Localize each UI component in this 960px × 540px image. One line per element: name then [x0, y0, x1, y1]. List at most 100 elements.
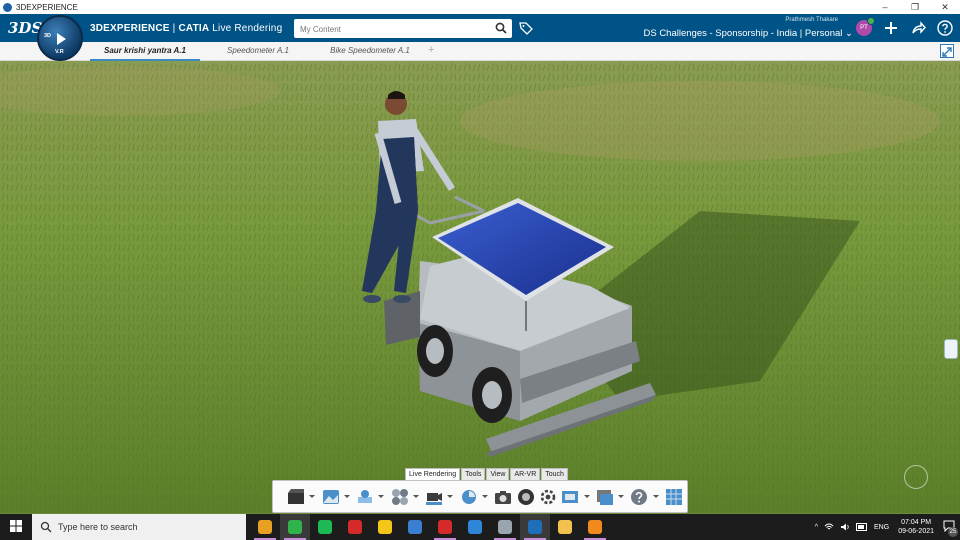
- tenant-label: DS Challenges - Sponsorship - India | Pe…: [643, 28, 843, 39]
- volume-icon[interactable]: [840, 522, 850, 532]
- close-button[interactable]: ✕: [930, 0, 960, 14]
- tab-saur-krishi-yantra[interactable]: Saur krishi yantra A.1: [90, 42, 200, 61]
- caret-icon[interactable]: [343, 495, 350, 498]
- caret-icon[interactable]: [412, 495, 419, 498]
- compass-widget[interactable]: 3D V.R: [37, 15, 83, 61]
- caret-icon[interactable]: [583, 495, 590, 498]
- action-bar-tabs: Live Rendering Tools View AR-VR Touch: [405, 468, 569, 480]
- add-tab-button[interactable]: +: [428, 44, 434, 56]
- snapshot-icon[interactable]: [494, 487, 512, 507]
- avatar[interactable]: PT: [856, 17, 875, 36]
- language-indicator[interactable]: ENG: [874, 524, 889, 531]
- windows-start-icon[interactable]: [10, 520, 22, 532]
- taskbar-app-chrome[interactable]: [250, 514, 280, 540]
- tenant-selector[interactable]: DS Challenges - Sponsorship - India | Pe…: [643, 28, 853, 39]
- taskbar-app-spotify[interactable]: [310, 514, 340, 540]
- tab-bike-speedometer[interactable]: Bike Speedometer A.1: [318, 42, 422, 61]
- help-icon[interactable]: [630, 487, 648, 507]
- tab-tools[interactable]: Tools: [461, 468, 486, 480]
- taskbar-app-wps[interactable]: [340, 514, 370, 540]
- maximize-button[interactable]: ❐: [900, 0, 930, 14]
- taskbar-app-photos[interactable]: [460, 514, 490, 540]
- vlc-icon: [588, 520, 602, 534]
- photos-icon: [468, 520, 482, 534]
- windows-taskbar: Type here to search ^ ENG 07:04 PM 09-06…: [0, 514, 960, 540]
- brand-separator: |: [172, 23, 176, 34]
- caret-icon[interactable]: [378, 495, 385, 498]
- tab-view[interactable]: View: [486, 468, 510, 480]
- camera-setup-icon[interactable]: [425, 487, 443, 507]
- taskbar-app-wps-writer[interactable]: [430, 514, 460, 540]
- chevron-down-icon: ⌄: [845, 28, 853, 39]
- navigation-cube[interactable]: [904, 465, 928, 489]
- settings-icon[interactable]: [539, 487, 557, 507]
- taskbar-app-3dexperience[interactable]: [520, 514, 550, 540]
- system-tray: ^ ENG 07:04 PM 09-06-2021 25: [812, 514, 960, 540]
- taskbar-clock[interactable]: 07:04 PM 09-06-2021: [898, 518, 934, 536]
- compass-vr-label: V.R: [55, 49, 64, 55]
- fullscreen-button[interactable]: [940, 44, 954, 58]
- tab-ar-vr[interactable]: AR-VR: [510, 468, 541, 480]
- taskbar-app-media[interactable]: [490, 514, 520, 540]
- avatar-initials: PT: [860, 25, 868, 31]
- taskbar-app-file-transfer[interactable]: [400, 514, 430, 540]
- tab-touch[interactable]: Touch: [541, 468, 568, 480]
- taskbar-apps: [250, 514, 610, 540]
- search-icon[interactable]: [495, 22, 507, 34]
- tab-live-rendering[interactable]: Live Rendering: [405, 468, 461, 480]
- chrome-icon: [258, 520, 272, 534]
- grid-icon[interactable]: [665, 487, 683, 507]
- taskbar-app-chrome-profile[interactable]: [280, 514, 310, 540]
- compass-3d-label: 3D: [44, 33, 52, 39]
- search-icon: [40, 521, 52, 533]
- taskbar-app-vlc[interactable]: [580, 514, 610, 540]
- expand-icon: [942, 47, 952, 57]
- tab-speedometer[interactable]: Speedometer A.1: [210, 42, 306, 61]
- taskbar-app-sticky-notes[interactable]: [370, 514, 400, 540]
- taskbar-app-file-explorer[interactable]: [550, 514, 580, 540]
- caret-icon[interactable]: [447, 495, 454, 498]
- brand-platform: 3DEXPERIENCE: [90, 23, 170, 34]
- sticky-notes-icon: [378, 520, 392, 534]
- minimize-button[interactable]: –: [870, 0, 900, 14]
- 3d-viewport[interactable]: [0, 61, 960, 513]
- battery-icon[interactable]: [856, 523, 868, 531]
- brand-app: CATIA: [178, 23, 210, 34]
- clock-time: 07:04 PM: [901, 519, 932, 526]
- environment-icon[interactable]: [321, 487, 339, 507]
- lighting-icon[interactable]: [356, 487, 374, 507]
- film-icon[interactable]: [516, 487, 534, 507]
- window-title-bar: 3DEXPERIENCE – ❐ ✕: [0, 0, 960, 14]
- window-title: 3DEXPERIENCE: [16, 2, 78, 12]
- stage-icon[interactable]: [561, 487, 579, 507]
- add-icon[interactable]: [883, 20, 899, 36]
- file-explorer-icon: [558, 520, 572, 534]
- top-bar: 3DS 3DEXPERIENCE|CATIA Live Rendering Pr…: [0, 14, 960, 42]
- caret-icon[interactable]: [652, 495, 659, 498]
- tab-bar: Saur krishi yantra A.1 Speedometer A.1 B…: [0, 42, 960, 61]
- wps-writer-icon: [438, 520, 452, 534]
- side-panel-toggle[interactable]: [944, 339, 958, 359]
- rendered-scene: [0, 61, 960, 513]
- spotify-icon: [318, 520, 332, 534]
- caret-icon[interactable]: [309, 495, 316, 498]
- tag-icon[interactable]: [519, 21, 533, 35]
- capture-icon[interactable]: [596, 487, 614, 507]
- help-icon[interactable]: [937, 20, 953, 36]
- caret-icon[interactable]: [618, 495, 625, 498]
- render-icon[interactable]: [459, 487, 477, 507]
- tray-chevron-icon[interactable]: ^: [815, 524, 818, 531]
- taskbar-search[interactable]: Type here to search: [32, 514, 246, 540]
- search-input[interactable]: [294, 20, 484, 39]
- media-icon: [498, 520, 512, 534]
- chrome-profile-icon: [288, 520, 302, 534]
- caret-icon[interactable]: [481, 495, 488, 498]
- materials-icon[interactable]: [390, 487, 408, 507]
- notification-center-button[interactable]: 25: [940, 514, 960, 540]
- wifi-icon[interactable]: [824, 522, 834, 532]
- share-icon[interactable]: [910, 20, 926, 36]
- online-badge: [867, 17, 875, 25]
- animation-icon[interactable]: [287, 487, 305, 507]
- brand-title: 3DEXPERIENCE | CATIA Live Rendering: [90, 23, 282, 34]
- 3dexperience-icon: [528, 520, 542, 534]
